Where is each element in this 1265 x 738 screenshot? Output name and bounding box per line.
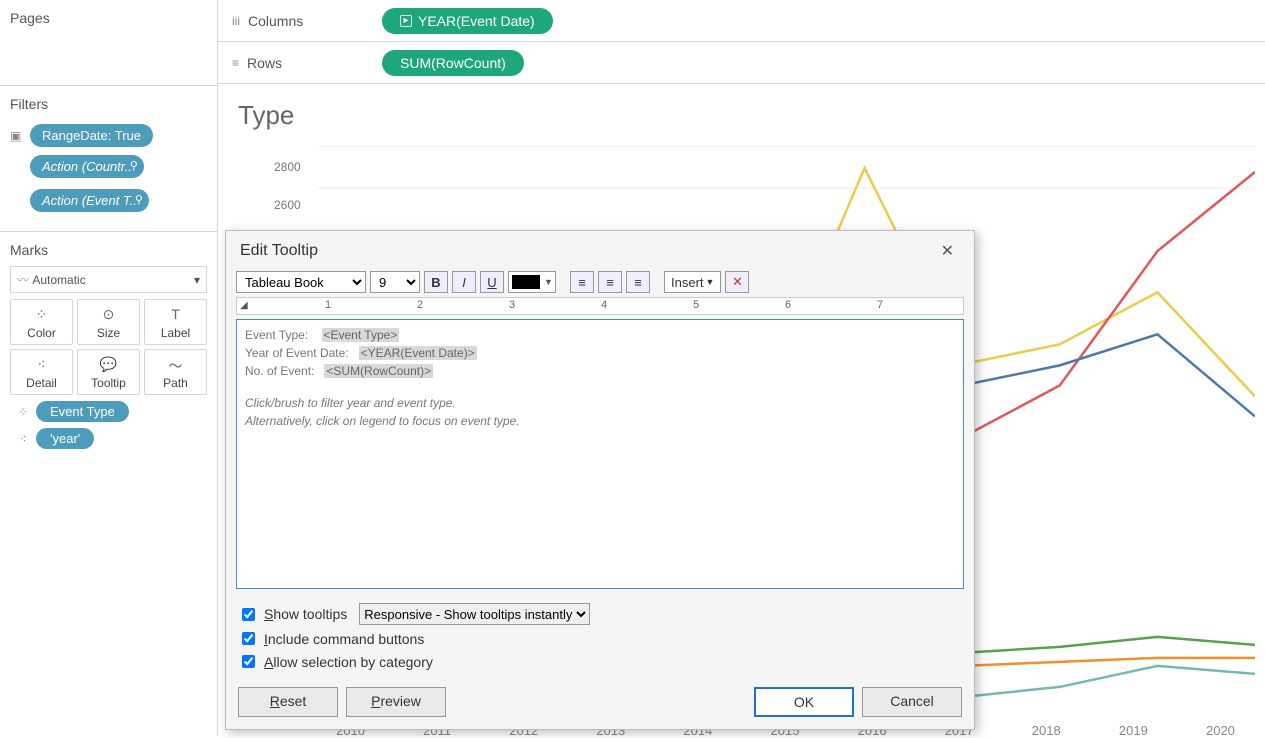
bold-button[interactable]: B: [424, 271, 448, 293]
align-center-button[interactable]: ≡: [598, 271, 622, 293]
show-tooltips-checkbox[interactable]: Show tooltips Responsive - Show tooltips…: [238, 603, 962, 625]
format-toolbar: Tableau Book 9 B I U ▼ ≡ ≡ ≡ Insert▼ ✕: [226, 269, 974, 295]
field-token[interactable]: <Event Type>: [322, 328, 400, 342]
align-left-button[interactable]: ≡: [570, 271, 594, 293]
dialog-overlay: Edit Tooltip ✕ Tableau Book 9 B I U ▼ ≡ …: [0, 0, 1265, 736]
tooltip-mode-select[interactable]: Responsive - Show tooltips instantly: [359, 603, 590, 625]
tooltip-options: Show tooltips Responsive - Show tooltips…: [226, 597, 974, 677]
insert-dropdown[interactable]: Insert▼: [664, 271, 721, 293]
close-icon[interactable]: ✕: [935, 239, 960, 263]
tooltip-editor[interactable]: Event Type: <Event Type> Year of Event D…: [236, 319, 964, 589]
align-right-button[interactable]: ≡: [626, 271, 650, 293]
italic-button[interactable]: I: [452, 271, 476, 293]
include-command-checkbox[interactable]: Include command buttons: [238, 629, 962, 648]
clear-button[interactable]: ✕: [725, 271, 749, 293]
field-token[interactable]: <YEAR(Event Date)>: [359, 346, 477, 360]
preview-button[interactable]: Preview: [346, 687, 446, 717]
field-token[interactable]: <SUM(RowCount)>: [324, 364, 433, 378]
edit-tooltip-dialog: Edit Tooltip ✕ Tableau Book 9 B I U ▼ ≡ …: [225, 230, 975, 730]
font-size-select[interactable]: 9: [370, 271, 420, 293]
cancel-button[interactable]: Cancel: [862, 687, 962, 717]
ok-button[interactable]: OK: [754, 687, 854, 717]
allow-selection-checkbox[interactable]: Allow selection by category: [238, 652, 962, 671]
font-family-select[interactable]: Tableau Book: [236, 271, 366, 293]
ruler[interactable]: ◢ 1 2 3 4 5 6 7: [236, 297, 964, 315]
underline-button[interactable]: U: [480, 271, 504, 293]
font-color-picker[interactable]: ▼: [508, 271, 556, 293]
tab-stop-icon: ◢: [240, 300, 248, 311]
reset-button[interactable]: Reset: [238, 687, 338, 717]
dialog-title: Edit Tooltip: [240, 242, 318, 260]
